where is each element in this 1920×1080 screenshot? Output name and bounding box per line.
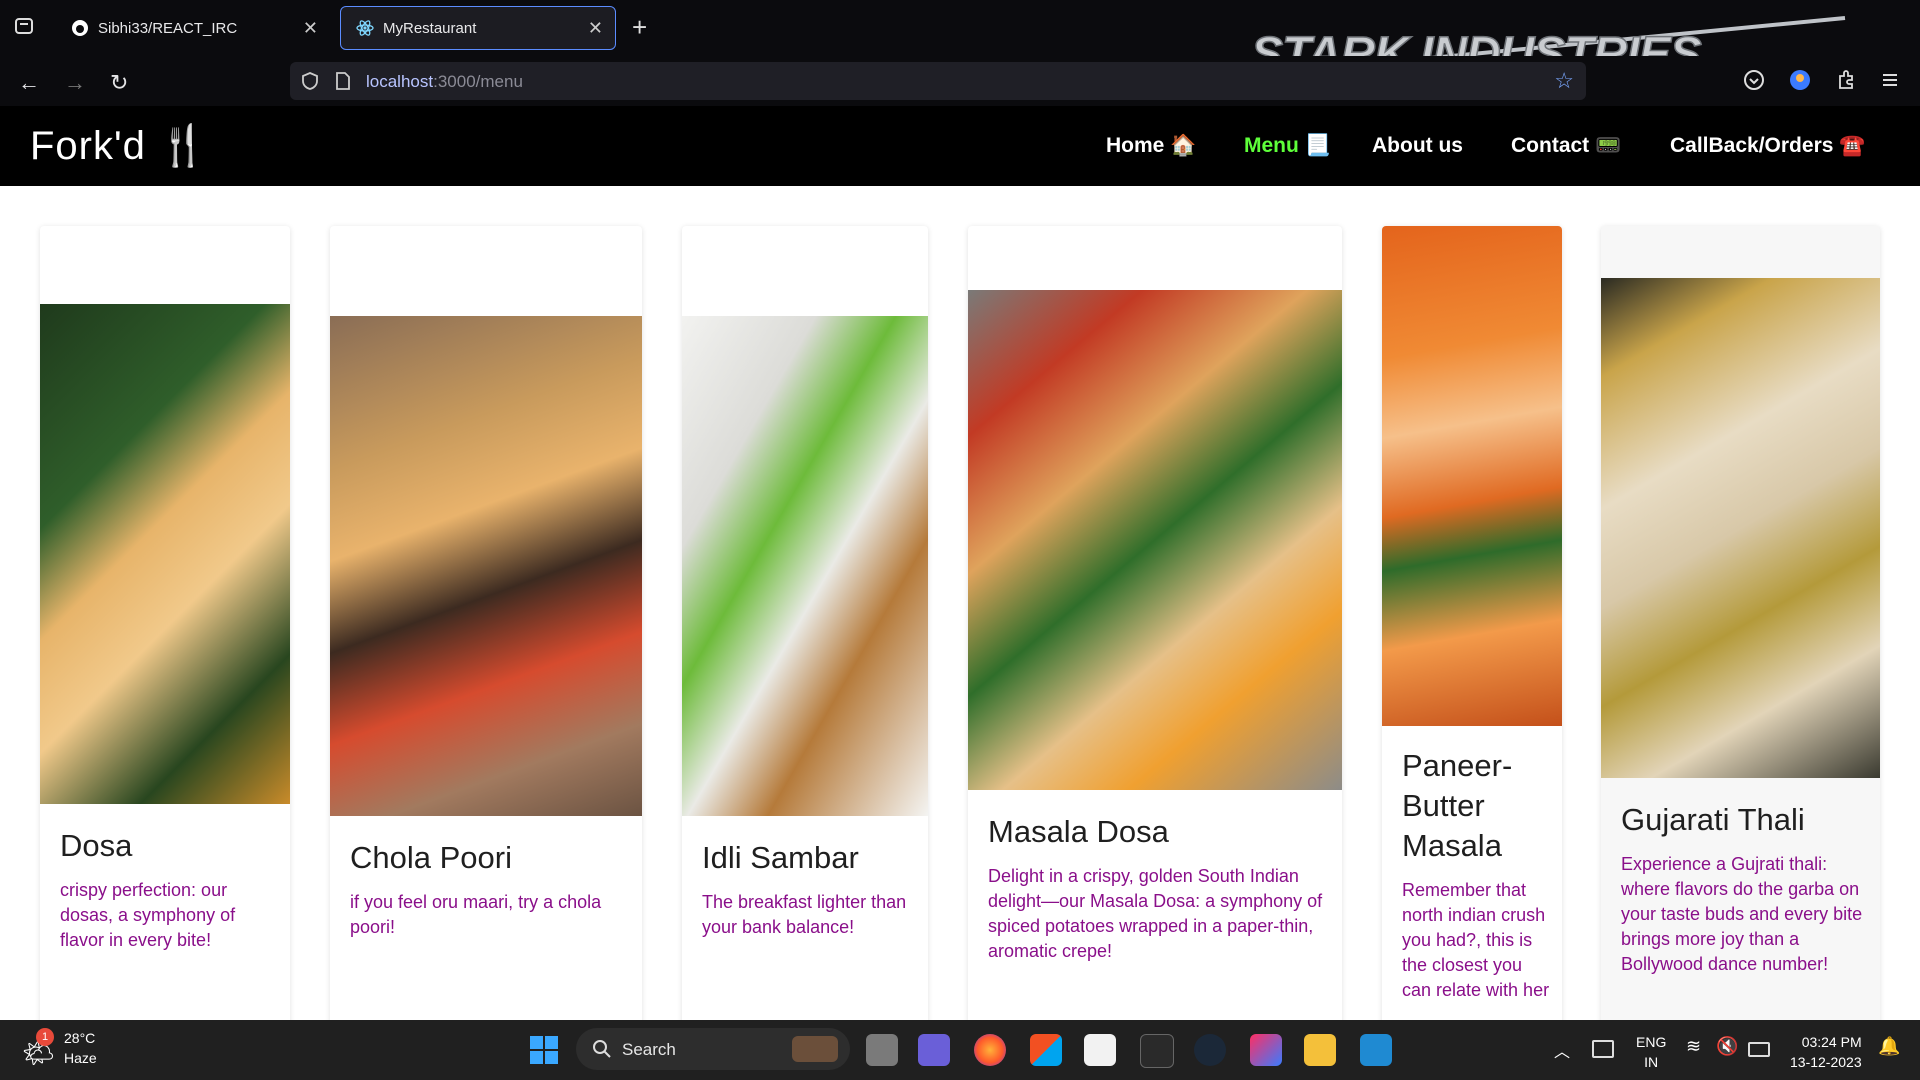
nav-home[interactable]: Home 🏠	[1106, 134, 1196, 158]
menu-card[interactable]: Masala Dosa Delight in a crispy, golden …	[968, 226, 1342, 1020]
windows-start-icon[interactable]	[528, 1034, 560, 1066]
menu-card[interactable]: Idli Sambar The breakfast lighter than y…	[682, 226, 928, 1020]
react-icon	[355, 18, 375, 38]
card-description: Remember that north indian crush you had…	[1402, 880, 1550, 1000]
clock[interactable]: 03:24 PM 13-12-2023	[1790, 1032, 1862, 1072]
search-label: Search	[622, 1040, 676, 1059]
weather-condition: Haze	[64, 1050, 97, 1066]
time: 03:24 PM	[1801, 1034, 1862, 1050]
search-icon	[593, 1040, 611, 1058]
close-tab-icon[interactable]: ✕	[303, 18, 318, 39]
account-icon[interactable]	[1788, 68, 1812, 92]
tab-label: MyRestaurant	[383, 19, 477, 37]
close-tab-icon[interactable]: ✕	[588, 18, 603, 39]
volume-muted-icon[interactable]: 🔇	[1716, 1036, 1738, 1057]
taskbar-search[interactable]: Search	[576, 1028, 850, 1070]
card-description: Delight in a crispy, golden South Indian…	[988, 866, 1323, 961]
battery-icon[interactable]	[1748, 1042, 1770, 1057]
chevron-up-icon[interactable]: ︿	[1554, 1038, 1570, 1062]
browser-tab-bar: Sibhi33/REACT_IRC ✕ MyRestaurant ✕ + STA…	[0, 0, 1920, 82]
menu-card-grid: Dosa crispy perfection: our dosas, a sym…	[0, 186, 1920, 1020]
menu-card[interactable]: Dosa crispy perfection: our dosas, a sym…	[40, 226, 290, 1020]
wifi-icon[interactable]: ≋	[1686, 1036, 1701, 1057]
language-code: ENG	[1636, 1034, 1667, 1050]
gujarati-thali-image	[1601, 278, 1880, 778]
card-description: Experience a Gujrati thali: where flavor…	[1621, 854, 1863, 974]
tab-list-icon[interactable]	[14, 16, 34, 36]
region-code: IN	[1644, 1054, 1659, 1070]
url-host: localhost	[366, 72, 434, 91]
windows-taskbar: 🌤 1 28°C Haze Search ︿ ENG IN ≋ 🔇 03:24 …	[0, 1020, 1920, 1080]
epic-games-icon[interactable]	[1140, 1034, 1174, 1068]
firefox-icon[interactable]	[974, 1034, 1006, 1066]
weather-badge: 1	[36, 1028, 54, 1046]
nav-menu[interactable]: Menu 📃	[1244, 134, 1331, 158]
masala-dosa-image	[968, 290, 1342, 790]
tab-label: Sibhi33/REACT_IRC	[98, 19, 238, 37]
menu-card[interactable]: Paneer-Butter Masala Remember that north…	[1382, 226, 1562, 1020]
github-icon	[70, 18, 90, 38]
site-header: Fork'd 🍴 Home 🏠 Menu 📃 About us Contact …	[0, 106, 1920, 186]
shield-icon[interactable]	[300, 71, 320, 91]
file-explorer-icon[interactable]	[1304, 1034, 1336, 1066]
card-title: Chola Poori	[350, 840, 512, 875]
search-highlight-image	[792, 1036, 838, 1062]
bookmark-star-icon[interactable]: ☆	[1554, 68, 1574, 94]
amazon-icon[interactable]	[1084, 1034, 1116, 1066]
forward-icon[interactable]: →	[64, 70, 86, 96]
language-indicator[interactable]: ENG IN	[1636, 1032, 1666, 1072]
chat-icon[interactable]	[918, 1034, 950, 1066]
nav-callback-orders[interactable]: CallBack/Orders ☎️	[1670, 134, 1865, 158]
card-description: if you feel oru maari, try a chola poori…	[350, 892, 602, 937]
card-title: Gujarati Thali	[1621, 802, 1805, 837]
date: 13-12-2023	[1790, 1054, 1862, 1070]
reload-icon[interactable]: ↻	[110, 70, 128, 96]
vscode-icon[interactable]	[1360, 1034, 1392, 1066]
idli-sambar-image	[682, 316, 928, 816]
notification-bell-icon[interactable]: 🔔	[1878, 1036, 1900, 1057]
card-title: Idli Sambar	[702, 840, 859, 875]
card-title: Paneer-Butter Masala	[1402, 748, 1513, 863]
url-bar[interactable]: localhost:3000/menu ☆	[290, 62, 1586, 100]
tab-myrestaurant[interactable]: MyRestaurant ✕	[340, 6, 616, 50]
card-title: Dosa	[60, 828, 133, 863]
temperature: 28°C	[64, 1030, 96, 1046]
card-description: crispy perfection: our dosas, a symphony…	[60, 880, 236, 950]
tab-github[interactable]: Sibhi33/REACT_IRC ✕	[56, 6, 330, 50]
pocket-icon[interactable]	[1742, 68, 1766, 92]
menu-icon[interactable]	[1878, 68, 1902, 92]
menu-card[interactable]: Chola Poori if you feel oru maari, try a…	[330, 226, 642, 1020]
card-title: Masala Dosa	[988, 814, 1169, 849]
url-path: :3000/menu	[433, 72, 523, 91]
nav-about[interactable]: About us	[1372, 134, 1463, 158]
url-text[interactable]: localhost:3000/menu	[366, 72, 523, 92]
tablet-icon[interactable]	[1592, 1040, 1614, 1058]
steam-icon[interactable]	[1194, 1034, 1226, 1066]
back-icon[interactable]: ←	[18, 70, 40, 96]
arc-icon[interactable]	[1250, 1034, 1282, 1066]
paneer-butter-masala-image	[1382, 226, 1562, 726]
microsoft-store-icon[interactable]	[1030, 1034, 1062, 1066]
page-icon	[336, 72, 350, 90]
chola-poori-image	[330, 316, 642, 816]
card-description: The breakfast lighter than your bank bal…	[702, 892, 907, 937]
new-tab-button[interactable]: +	[632, 12, 647, 43]
dosa-image	[40, 304, 290, 804]
brand-logo[interactable]: Fork'd 🍴	[30, 122, 209, 169]
nav-contact[interactable]: Contact 📟	[1511, 134, 1621, 158]
extensions-icon[interactable]	[1834, 68, 1858, 92]
menu-card[interactable]: Gujarati Thali Experience a Gujrati thal…	[1601, 226, 1880, 1020]
task-view-icon[interactable]	[866, 1034, 898, 1066]
